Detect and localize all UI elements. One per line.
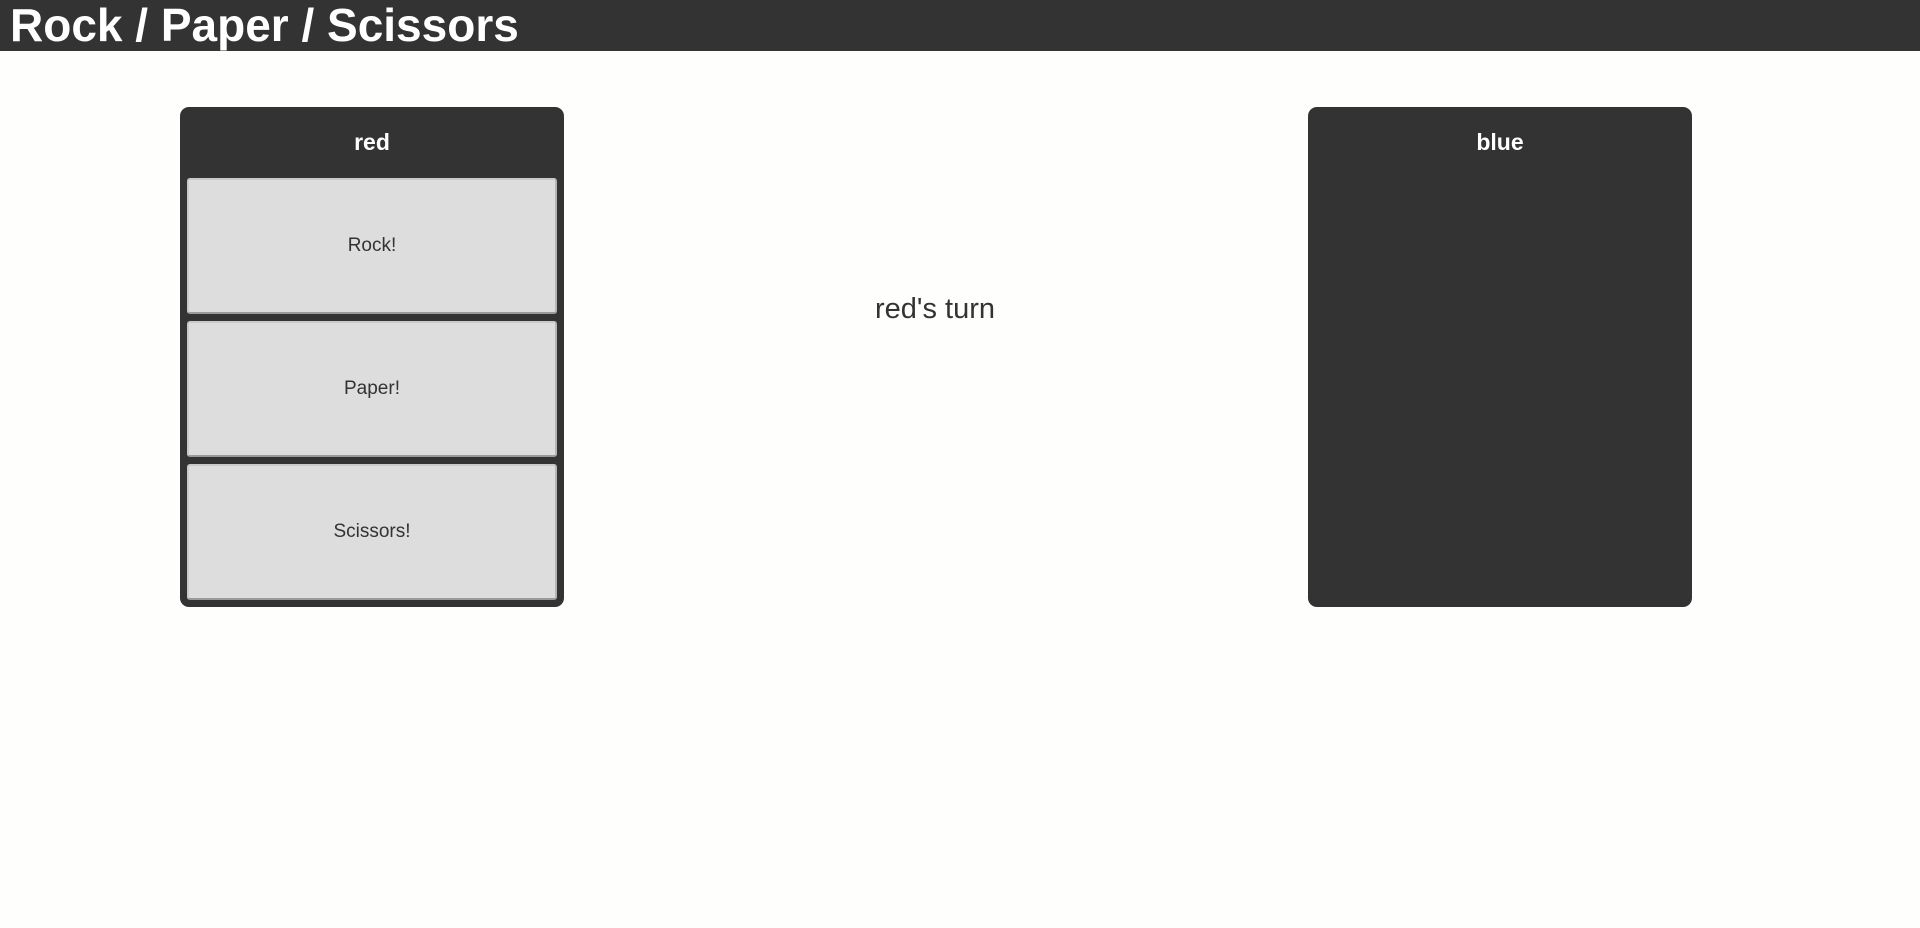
player-name-red: red bbox=[354, 129, 390, 155]
rock-button[interactable]: Rock! bbox=[187, 178, 557, 314]
top-bar: Rock / Paper / Scissors bbox=[0, 0, 1920, 51]
player-panel-blue: blue bbox=[1308, 107, 1692, 607]
paper-button[interactable]: Paper! bbox=[187, 321, 557, 457]
player-panel-red: red Rock! Paper! Scissors! bbox=[180, 107, 564, 607]
player-name-blue: blue bbox=[1476, 129, 1524, 155]
app-title: Rock / Paper / Scissors bbox=[10, 0, 519, 51]
scissors-button[interactable]: Scissors! bbox=[187, 464, 557, 600]
turn-status: red's turn bbox=[875, 293, 995, 325]
